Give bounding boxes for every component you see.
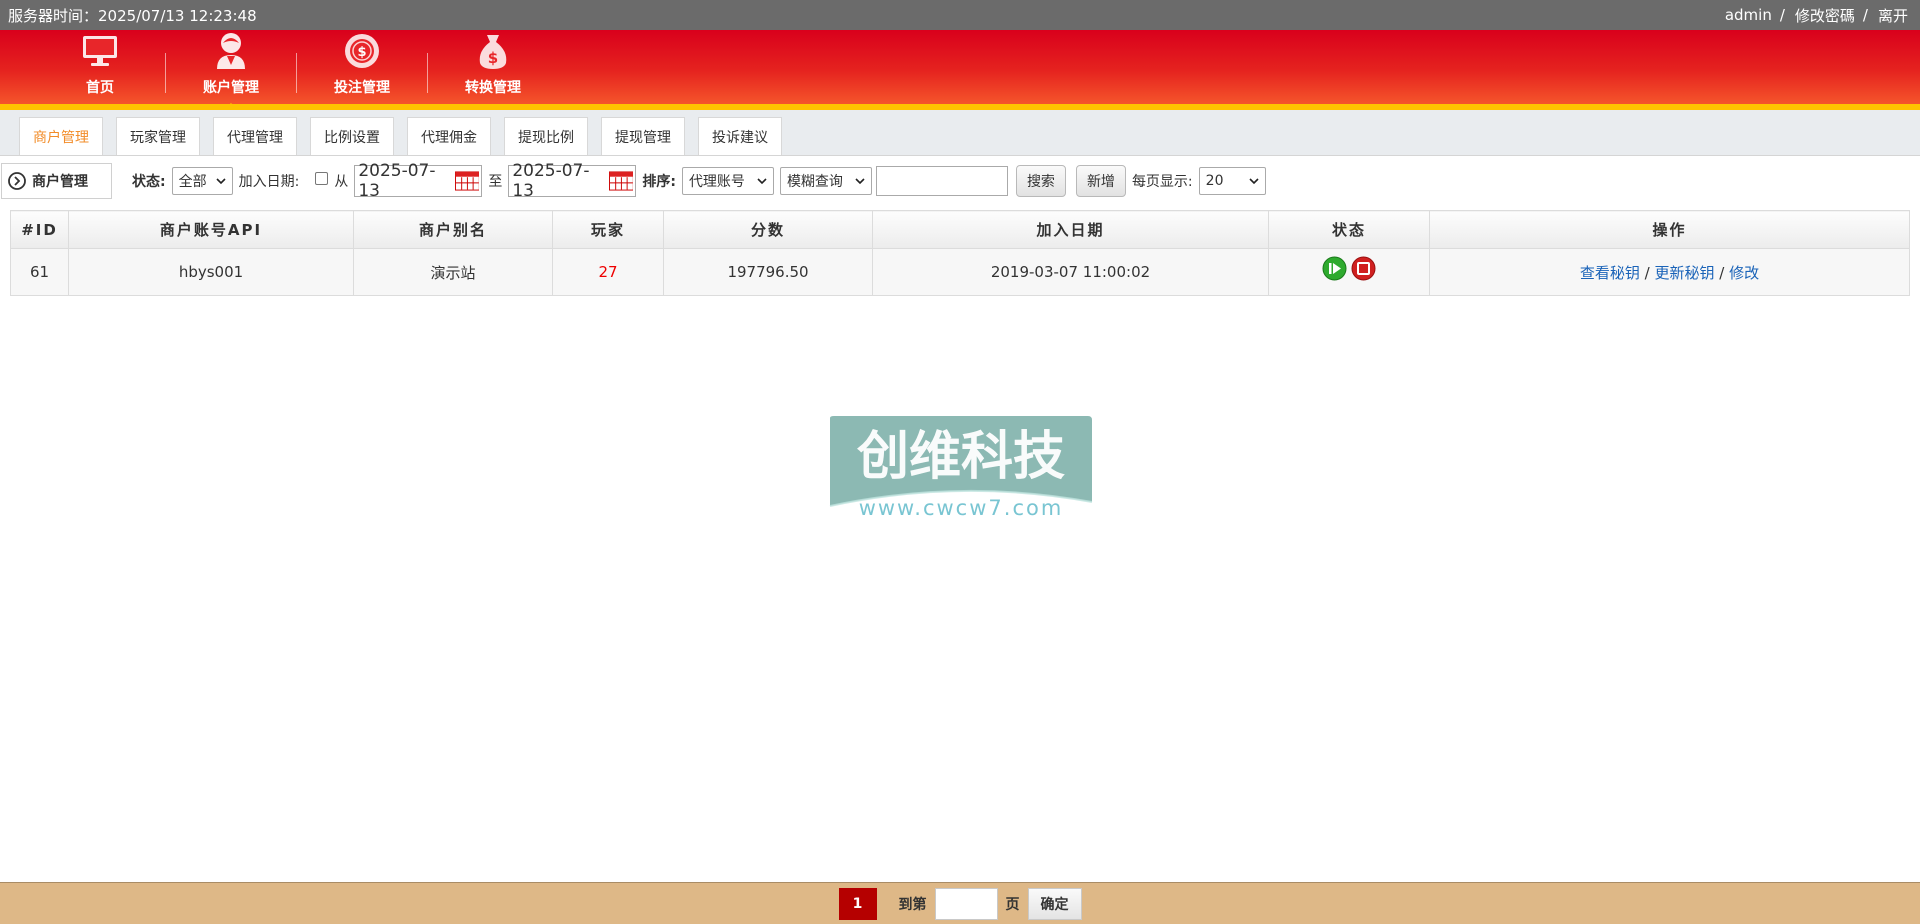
sort-select[interactable]: 代理账号 <box>681 167 774 195</box>
chip-icon: $ <box>340 30 384 72</box>
nav-home[interactable]: 首页 <box>35 30 165 104</box>
tab-withdraw-ratio[interactable]: 提现比例 <box>504 117 588 155</box>
cell-api: hbys001 <box>68 248 354 296</box>
date-to-input[interactable]: 2025-07-13 <box>508 161 637 201</box>
column-header: 玩家 <box>552 210 664 249</box>
query-mode-select[interactable]: 模糊查询 <box>779 167 872 195</box>
sort-label: 排序: <box>642 174 676 190</box>
sub-tabs: 商户管理 玩家管理 代理管理 比例设置 代理佣金 提现比例 提现管理 投诉建议 <box>0 110 1920 156</box>
monitor-icon <box>78 30 122 72</box>
join-date-label: 加入日期: <box>238 174 300 190</box>
money-bag-icon: $ <box>471 30 515 72</box>
chevron-down-icon <box>216 178 226 185</box>
status-label: 状态: <box>132 174 166 190</box>
cell-alias: 演示站 <box>353 248 553 296</box>
add-button[interactable]: 新增 <box>1075 165 1126 197</box>
table-header-row: #ID 商户账号API 商户别名 玩家 分数 加入日期 状态 操作 <box>10 210 1910 249</box>
cell-score: 197796.50 <box>663 248 873 296</box>
page-jump-input[interactable] <box>934 887 998 920</box>
search-button[interactable]: 搜索 <box>1015 165 1066 197</box>
nav-betting[interactable]: $ 投注管理 <box>297 30 427 104</box>
tab-ratio[interactable]: 比例设置 <box>310 117 394 155</box>
column-header: 状态 <box>1268 210 1430 249</box>
logout-link[interactable]: 离开 <box>1878 5 1908 26</box>
per-page-label: 每页显示: <box>1131 174 1193 190</box>
goto-label: 到第 <box>898 896 927 913</box>
change-password-link[interactable]: 修改密碼 <box>1795 5 1855 26</box>
page-label: 页 <box>1005 896 1020 913</box>
cell-players: 27 <box>552 248 664 296</box>
calendar-icon[interactable] <box>454 171 480 191</box>
calendar-icon[interactable] <box>608 171 634 191</box>
nav-conversion[interactable]: $ 转换管理 <box>428 30 558 104</box>
confirm-button[interactable]: 确定 <box>1027 887 1082 920</box>
tab-merchant[interactable]: 商户管理 <box>19 117 103 155</box>
filter-bar: 商户管理 状态: 全部 加入日期: 从 2025-07-13 至 2025-07… <box>0 156 1920 206</box>
watermark-url: www.cwcw7.com <box>859 496 1064 520</box>
breadcrumb: 商户管理 <box>1 163 112 199</box>
cell-date: 2019-03-07 11:00:02 <box>872 248 1269 296</box>
svg-text:$: $ <box>488 49 498 67</box>
circle-arrow-icon <box>8 172 26 190</box>
date-from-input[interactable]: 2025-07-13 <box>354 161 483 201</box>
play-icon[interactable] <box>1322 256 1347 281</box>
column-header: 加入日期 <box>872 210 1269 249</box>
chevron-down-icon <box>855 178 865 185</box>
user-links: admin / 修改密碼 / 离开 <box>1724 5 1908 26</box>
cell-status <box>1268 248 1430 296</box>
edit-link[interactable]: 修改 <box>1729 264 1759 282</box>
chevron-down-icon <box>757 178 767 185</box>
watermark-logo: 创维科技 www.cwcw7.com <box>826 414 1096 524</box>
date-filter-checkbox[interactable] <box>315 171 329 185</box>
status-select[interactable]: 全部 <box>171 167 233 195</box>
main-nav: 首页 账户管理 $ 投注管理 $ 转换管理 <box>0 30 1920 110</box>
tab-player[interactable]: 玩家管理 <box>116 117 200 155</box>
server-time: 服务器时间：2025/07/13 12:23:48 <box>8 6 257 25</box>
svg-text:$: $ <box>357 45 366 60</box>
column-header: 操作 <box>1429 210 1910 249</box>
page-number-current[interactable]: 1 <box>838 887 877 920</box>
username: admin <box>1724 6 1772 24</box>
stop-icon[interactable] <box>1351 256 1376 281</box>
column-header: 商户账号API <box>68 210 354 249</box>
table-row: 61 hbys001 演示站 27 197796.50 2019-03-07 1… <box>10 248 1910 296</box>
cell-actions: 查看秘钥 / 更新秘钥 / 修改 <box>1429 248 1910 296</box>
status-icons <box>1322 256 1376 281</box>
user-icon <box>209 30 253 72</box>
top-bar: 服务器时间：2025/07/13 12:23:48 admin / 修改密碼 /… <box>0 0 1920 30</box>
column-header: #ID <box>10 210 69 249</box>
view-key-link[interactable]: 查看秘钥 <box>1580 264 1640 282</box>
cell-id: 61 <box>10 248 69 296</box>
search-input[interactable] <box>875 166 1008 196</box>
pagination-bar: 1 到第 页 确定 <box>0 882 1920 924</box>
tab-withdraw[interactable]: 提现管理 <box>601 117 685 155</box>
tab-complaint[interactable]: 投诉建议 <box>698 117 782 155</box>
renew-key-link[interactable]: 更新秘钥 <box>1654 264 1714 282</box>
column-header: 商户别名 <box>353 210 553 249</box>
chevron-down-icon <box>1249 178 1259 185</box>
watermark-title: 创维科技 <box>856 427 1065 487</box>
tab-agent[interactable]: 代理管理 <box>213 117 297 155</box>
column-header: 分数 <box>663 210 873 249</box>
merchant-table: #ID 商户账号API 商户别名 玩家 分数 加入日期 状态 操作 61 hby… <box>10 210 1910 296</box>
nav-account[interactable]: 账户管理 <box>166 30 296 110</box>
per-page-select[interactable]: 20 <box>1198 167 1266 195</box>
tab-commission[interactable]: 代理佣金 <box>407 117 491 155</box>
